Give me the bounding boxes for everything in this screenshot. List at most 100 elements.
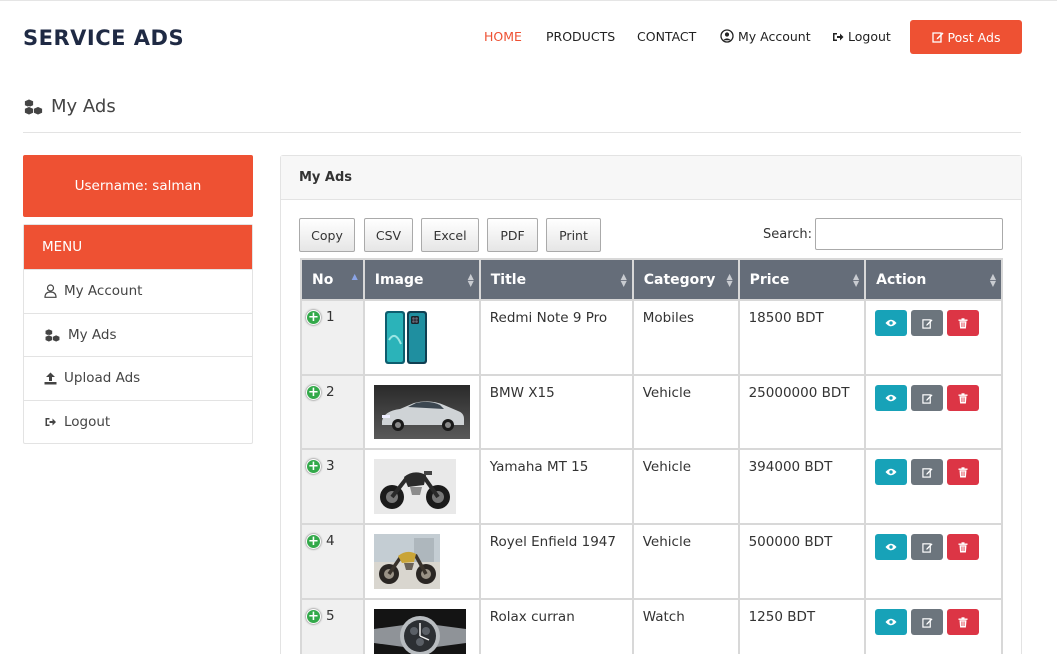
nav-home[interactable]: HOME: [484, 29, 522, 44]
column-header-label: Action: [876, 271, 927, 288]
category-cell: Vehicle: [631, 374, 740, 450]
post-ads-label: Post Ads: [947, 29, 1001, 45]
edit-button[interactable]: [911, 534, 944, 560]
edit-button[interactable]: [911, 609, 944, 635]
nav-logout[interactable]: Logout: [832, 29, 891, 44]
delete-button[interactable]: [947, 534, 980, 560]
edit-icon: [921, 393, 933, 404]
sidebar-item-label: My Account: [64, 283, 143, 300]
sidebar-item-upload-ads[interactable]: Upload Ads: [24, 356, 252, 400]
column-header-label: Category: [643, 271, 716, 288]
table-row: +3 Yamaha MT 15 Vehicle 394000 BDT: [300, 448, 1003, 525]
car-image: [373, 385, 470, 439]
nav-contact[interactable]: CONTACT: [637, 29, 696, 44]
pdf-button[interactable]: PDF: [487, 218, 538, 252]
title-cell: BMW X15: [478, 374, 634, 450]
eye-icon: [885, 468, 897, 476]
cubes-icon: [44, 328, 61, 342]
column-header-image[interactable]: Image ▲ ▼: [362, 258, 481, 301]
row-number: 2: [326, 384, 335, 400]
copy-button[interactable]: Copy: [299, 218, 355, 252]
sort-icon: ▲ ▼: [726, 272, 733, 288]
view-button[interactable]: [875, 609, 908, 635]
no-cell: +1: [300, 299, 365, 376]
edit-icon: [921, 467, 933, 478]
sort-asc-icon: ▲: [351, 272, 358, 281]
column-header-price[interactable]: Price ▲ ▼: [737, 258, 867, 301]
expand-row-icon[interactable]: +: [306, 459, 321, 474]
column-header-action[interactable]: Action ▲ ▼: [864, 258, 1003, 301]
sidebar-item-my-account[interactable]: My Account: [24, 269, 252, 313]
expand-row-icon[interactable]: +: [306, 385, 321, 400]
column-header-label: Price: [749, 271, 790, 288]
delete-button[interactable]: [947, 459, 980, 485]
edit-button[interactable]: [911, 385, 944, 411]
no-cell: +5: [300, 598, 365, 654]
action-cell: [864, 299, 1003, 376]
sort-icon: ▲ ▼: [989, 272, 996, 288]
eye-icon: [885, 394, 897, 402]
trash-icon: [958, 616, 968, 627]
sidebar-item-my-ads[interactable]: My Ads: [24, 312, 252, 357]
edit-button[interactable]: [911, 310, 944, 336]
row-number: 4: [326, 533, 335, 549]
excel-button[interactable]: Excel: [421, 218, 479, 252]
view-button[interactable]: [875, 385, 908, 411]
sidebar-menu: MENU My Account My Ads Upload Ads Logout: [23, 224, 253, 444]
panel-title: My Ads: [281, 156, 1021, 200]
image-cell: [362, 374, 481, 450]
eye-icon: [885, 319, 897, 327]
cubes-icon: [24, 98, 43, 115]
trash-icon: [958, 541, 968, 552]
expand-row-icon[interactable]: +: [306, 609, 321, 624]
image-cell: [362, 598, 481, 654]
view-button[interactable]: [875, 459, 908, 485]
delete-button[interactable]: [947, 385, 980, 411]
title-cell: Royel Enfield 1947: [478, 523, 634, 600]
title-divider: [23, 132, 1021, 133]
row-number: 5: [326, 608, 335, 624]
edit-button[interactable]: [911, 459, 944, 485]
image-cell: [362, 299, 481, 376]
sort-icon: ▲ ▼: [467, 272, 474, 288]
edit-icon: [931, 32, 944, 43]
edit-icon: [921, 542, 933, 553]
print-button[interactable]: Print: [546, 218, 601, 252]
view-button[interactable]: [875, 310, 908, 336]
column-header-label: Title: [490, 271, 527, 288]
table-row: +1 Redmi Note 9 Pro Mobiles 18500 BDT: [300, 299, 1003, 376]
no-cell: +2: [300, 374, 365, 450]
action-cell: [864, 374, 1003, 450]
nav-my-account[interactable]: My Account: [720, 29, 811, 44]
expand-row-icon[interactable]: +: [306, 534, 321, 549]
action-cell: [864, 448, 1003, 525]
sidebar-item-label: My Ads: [68, 326, 117, 343]
image-cell: [362, 523, 481, 600]
column-header-label: Image: [374, 271, 424, 288]
motorbike-image: [373, 459, 456, 514]
delete-button[interactable]: [947, 310, 980, 336]
eye-icon: [885, 543, 897, 551]
sidebar-item-label: Logout: [64, 413, 111, 430]
csv-button[interactable]: CSV: [364, 218, 413, 252]
top-border: [0, 0, 1057, 1]
search-input[interactable]: [815, 218, 1003, 250]
nav-products[interactable]: PRODUCTS: [546, 29, 615, 44]
eye-icon: [885, 618, 897, 626]
column-header-no[interactable]: No ▲: [300, 258, 365, 301]
column-header-category[interactable]: Category ▲ ▼: [631, 258, 740, 301]
sidebar-item-logout[interactable]: Logout: [24, 399, 252, 444]
motorbike-classic-image: [373, 534, 440, 589]
no-cell: +4: [300, 523, 365, 600]
category-cell: Vehicle: [631, 523, 740, 600]
phone-image: [384, 311, 427, 364]
nav-logout-label: Logout: [848, 29, 891, 44]
column-header-title[interactable]: Title ▲ ▼: [478, 258, 634, 301]
view-button[interactable]: [875, 534, 908, 560]
no-cell: +3: [300, 448, 365, 525]
delete-button[interactable]: [947, 609, 980, 635]
sign-out-icon: [833, 33, 844, 41]
post-ads-button[interactable]: Post Ads: [910, 20, 1022, 54]
brand-logo[interactable]: SERVICE ADS: [23, 26, 184, 50]
expand-row-icon[interactable]: +: [306, 310, 321, 325]
